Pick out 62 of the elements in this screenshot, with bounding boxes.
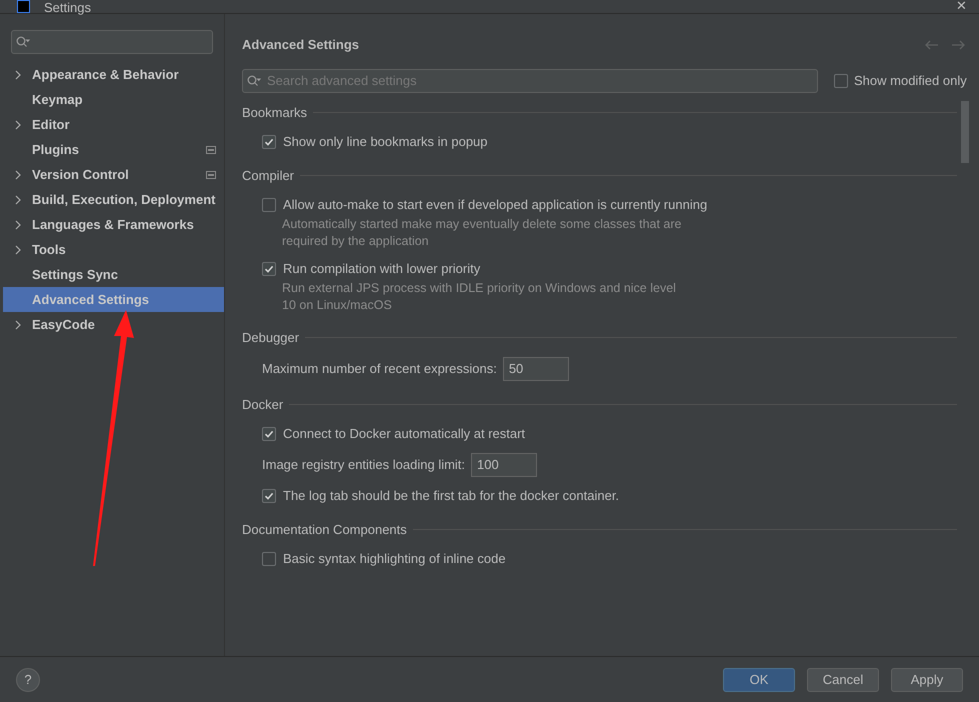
scrollbar-thumb[interactable] [961,100,969,162]
section-title: Documentation Components [242,520,407,539]
help-button[interactable]: ? [16,668,40,692]
checkbox[interactable] [262,488,276,502]
window-icon [206,146,216,154]
search-icon [247,74,261,86]
section-title: Compiler [242,166,294,185]
option-description: Automatically started make may eventually delete some classes that are required by the application [282,216,682,250]
option-label: Run compilation with lower priority [283,260,480,278]
checkmark-icon [264,136,274,146]
window-title: Settings [44,1,91,15]
option-label: Basic syntax highlighting of inline code [283,550,506,568]
sidebar-item[interactable]: Version Control [3,162,224,187]
checkbox[interactable] [262,552,276,566]
sidebar-item[interactable]: Editor [3,112,224,137]
checkbox[interactable] [262,426,276,440]
forward-arrow-icon[interactable] [951,40,965,50]
checkmark-icon [264,428,274,438]
sidebar-item[interactable]: Tools [3,237,224,262]
sidebar-item[interactable]: Build, Execution, Deployment [3,187,224,212]
chevron-right-icon [14,320,20,330]
option-label: Allow auto-make to start even if developed application is currently running [283,196,708,214]
checkmark-icon [264,264,274,274]
page-title: Advanced Settings [242,36,360,54]
chevron-right-icon [14,70,20,80]
section-title: Debugger [242,328,300,347]
section-title: Docker [242,396,284,414]
dialog-button[interactable]: OK [723,668,795,692]
chevron-right-icon [14,120,20,130]
sidebar-item[interactable]: Plugins [3,137,224,162]
option-label: The log tab should be the first tab for the docker container. [283,486,620,505]
section-title: Bookmarks [242,104,308,122]
checkbox[interactable] [834,74,848,88]
sidebar-item[interactable]: Settings Sync [3,262,224,287]
checkbox[interactable] [262,262,276,276]
number-field[interactable]: 100 [471,452,538,476]
sidebar-item[interactable]: Languages & Frameworks [3,212,224,237]
window-icon [206,170,216,178]
search-icon [16,36,30,48]
sidebar-item[interactable]: EasyCode [3,312,224,337]
sidebar-item[interactable]: Keymap [3,87,224,112]
back-arrow-icon[interactable] [925,40,939,50]
chevron-right-icon [14,170,20,180]
option-description: Run external JPS process with IDLE priority on Windows and nice level 10 on Linux/macOS [282,280,677,314]
chevron-right-icon [14,194,20,204]
option-label: Image registry entities loading limit: [262,456,466,474]
chevron-right-icon [14,220,20,230]
sidebar-item[interactable]: Appearance & Behavior [3,62,224,87]
search-field[interactable] [11,30,213,54]
close-icon[interactable]: ✕ [956,0,967,13]
option-label: Maximum number of recent expressions: [262,360,497,378]
checkbox-label: Show modified only [854,72,967,90]
checkbox[interactable] [262,134,276,148]
chevron-right-icon [14,244,20,254]
checkbox[interactable] [262,198,276,212]
dialog-button[interactable]: Cancel [807,668,879,692]
number-field[interactable]: 50 [502,356,569,380]
checkmark-icon [264,490,274,500]
option-label: Connect to Docker automatically at restart [283,424,526,443]
dialog-button[interactable]: Apply [891,668,963,692]
option-label: Show only line bookmarks in popup [283,132,488,151]
app-logo-icon [17,0,30,13]
